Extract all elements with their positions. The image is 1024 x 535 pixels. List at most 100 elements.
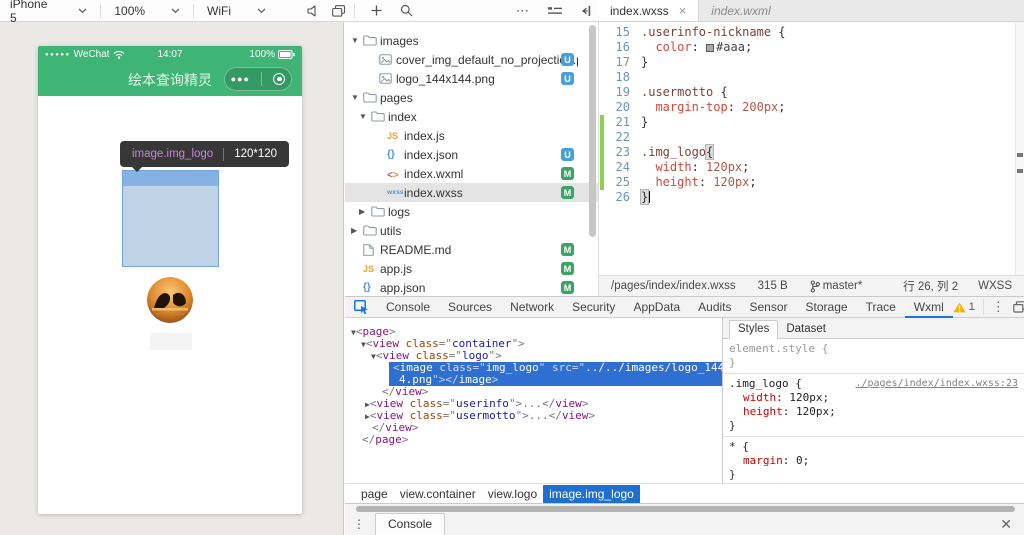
- language-mode-label[interactable]: WXSS: [978, 280, 1012, 292]
- device-selector[interactable]: iPhone 5: [0, 0, 97, 21]
- devtools-tab-security[interactable]: Security: [563, 297, 624, 318]
- tooltip-divider: [223, 148, 224, 161]
- add-icon[interactable]: [364, 0, 388, 21]
- list-icon[interactable]: [543, 0, 567, 21]
- devtools-tab-storage[interactable]: Storage: [797, 297, 857, 318]
- close-icon[interactable]: ✕: [1000, 516, 1012, 533]
- css-property[interactable]: margin: 0;: [729, 454, 1018, 468]
- breadcrumb-item-image.img_logo[interactable]: image.img_logo: [543, 485, 640, 503]
- warning-counter[interactable]: 1: [953, 301, 975, 313]
- inspect-element-icon[interactable]: [345, 300, 377, 315]
- wxml-node-line[interactable]: 4.png"></image>: [389, 374, 722, 386]
- tree-item-app.js[interactable]: JSapp.jsM: [345, 259, 598, 278]
- battery-percent-label: 100%: [249, 49, 275, 60]
- wxss-file-icon: wxss: [387, 189, 404, 196]
- file-size-label: 315 B: [758, 280, 788, 292]
- editor-tab-index.wxml[interactable]: index.wxml: [699, 0, 782, 21]
- tree-scrollbar[interactable]: [589, 25, 596, 237]
- tree-item-utils[interactable]: ▶utils: [345, 221, 598, 240]
- editor-line-22[interactable]: 22: [599, 130, 1024, 145]
- tree-item-logo_144x144.png[interactable]: logo_144x144.pngU: [345, 69, 598, 88]
- line-content: }: [641, 55, 648, 70]
- editor-tab-index.wxss[interactable]: index.wxss×: [598, 0, 699, 21]
- rule-source-link[interactable]: ./pages/index/index.wxss:23: [855, 377, 1018, 391]
- more-icon[interactable]: ⋯: [511, 0, 535, 21]
- css-rule[interactable]: * {margin: 0;}: [723, 437, 1024, 483]
- tree-item-index.wxml[interactable]: <>index.wxmlM: [345, 164, 598, 183]
- tree-item-images[interactable]: ▼images: [345, 31, 598, 50]
- editor-line-24[interactable]: 24 width: 120px;: [599, 160, 1024, 175]
- windows-icon[interactable]: [326, 0, 350, 21]
- user-avatar[interactable]: [147, 277, 193, 323]
- chevron-down-icon[interactable]: ▼: [351, 36, 363, 45]
- line-content: color: #aaa;: [641, 40, 752, 55]
- tree-item-index[interactable]: ▼ index: [345, 107, 598, 126]
- devtools-tab-console[interactable]: Console: [377, 297, 439, 318]
- editor-line-21[interactable]: 21}: [599, 115, 1024, 130]
- simulator-toolbar: iPhone 5 100% WiFi ⋯: [0, 0, 598, 22]
- editor-line-19[interactable]: 19.usermotto {: [599, 85, 1024, 100]
- kebab-menu-icon[interactable]: ⋮: [992, 299, 1005, 315]
- tree-item-label: index: [388, 110, 417, 124]
- code-editor[interactable]: 15.userinfo-nickname {16 color: #aaa;17}…: [598, 22, 1024, 275]
- devtools-tab-sources[interactable]: Sources: [439, 297, 501, 318]
- editor-line-26[interactable]: 26}: [599, 190, 1024, 205]
- tree-item-app.json[interactable]: {}app.jsonM: [345, 278, 598, 297]
- tree-item-index.json[interactable]: {}index.jsonU: [345, 145, 598, 164]
- dock-icon[interactable]: [1013, 301, 1024, 313]
- breadcrumb-item-view.logo[interactable]: view.logo: [482, 485, 543, 503]
- search-icon[interactable]: [394, 0, 418, 21]
- breadcrumb-item-page[interactable]: page: [355, 485, 394, 503]
- horizontal-scrollbar[interactable]: [356, 506, 1015, 512]
- tree-item-label: app.json: [380, 281, 425, 295]
- editor-line-16[interactable]: 16 color: #aaa;: [599, 40, 1024, 55]
- collapse-icon[interactable]: [574, 0, 598, 21]
- wxml-tree-panel[interactable]: ▼<page>▼<view class="container">▼<view c…: [345, 318, 722, 483]
- tree-item-index.wxss[interactable]: wxssindex.wxssM: [345, 183, 598, 202]
- tree-item-index.js[interactable]: JSindex.js: [345, 126, 598, 145]
- network-selector[interactable]: WiFi: [197, 0, 276, 21]
- chevron-right-icon[interactable]: ▶: [359, 207, 371, 216]
- drag-handle-icon[interactable]: ⋮: [353, 517, 365, 531]
- css-property[interactable]: width: 120px;: [729, 391, 1018, 405]
- css-rule[interactable]: element.style {}: [723, 339, 1024, 374]
- breadcrumb-item-view.container[interactable]: view.container: [394, 485, 482, 503]
- styles-tab-dataset[interactable]: Dataset: [778, 321, 834, 338]
- devtools-tab-audits[interactable]: Audits: [689, 297, 740, 318]
- devtools-tab-network[interactable]: Network: [501, 297, 563, 318]
- tree-item-cover_img_default_no_projection.png[interactable]: cover_img_default_no_projection.pngU: [345, 50, 598, 69]
- editor-line-20[interactable]: 20 margin-top: 200px;: [599, 100, 1024, 115]
- capsule-menu-icon[interactable]: ●●●: [231, 74, 250, 84]
- styles-tab-styles[interactable]: Styles: [729, 320, 778, 339]
- editor-statusbar: /pages/index/index.wxss 315 B master* 行 …: [598, 275, 1024, 296]
- editor-line-17[interactable]: 17}: [599, 55, 1024, 70]
- capsule-close-icon[interactable]: [273, 73, 285, 85]
- element-breadcrumb: pageview.containerview.logoimage.img_log…: [345, 483, 1024, 503]
- git-branch-label[interactable]: master*: [823, 280, 863, 292]
- zoom-selector[interactable]: 100%: [104, 0, 190, 21]
- wxml-node-line[interactable]: </page>: [345, 434, 722, 446]
- css-rule[interactable]: .img_logo {./pages/index/index.wxss:23wi…: [723, 374, 1024, 437]
- tree-item-pages[interactable]: ▼pages: [345, 88, 598, 107]
- highlighted-logo-image[interactable]: [122, 170, 219, 267]
- tree-item-logs[interactable]: ▶logs: [345, 202, 598, 221]
- editor-scrollbar[interactable]: [1015, 22, 1024, 275]
- capsule-button[interactable]: ●●●: [224, 67, 292, 91]
- devtools-tab-wxml[interactable]: Wxml: [905, 297, 953, 318]
- editor-line-15[interactable]: 15.userinfo-nickname {: [599, 25, 1024, 40]
- bottom-console-bar: ⋮ Console ✕: [345, 503, 1024, 535]
- console-drawer-tab[interactable]: Console: [375, 513, 445, 535]
- mute-icon[interactable]: [302, 0, 326, 21]
- editor-line-18[interactable]: 18: [599, 70, 1024, 85]
- editor-line-25[interactable]: 25 height: 120px;: [599, 175, 1024, 190]
- close-icon[interactable]: ×: [679, 4, 687, 17]
- chevron-right-icon[interactable]: ▶: [351, 226, 363, 235]
- css-property[interactable]: height: 120px;: [729, 405, 1018, 419]
- chevron-down-icon[interactable]: ▼: [351, 93, 363, 102]
- editor-line-23[interactable]: 23.img_logo{: [599, 145, 1024, 160]
- chevron-down-icon[interactable]: ▼: [359, 112, 371, 121]
- tree-item-README.md[interactable]: README.mdM: [345, 240, 598, 259]
- devtools-tab-trace[interactable]: Trace: [857, 297, 905, 318]
- devtools-tab-appdata[interactable]: AppData: [624, 297, 689, 318]
- devtools-tab-sensor[interactable]: Sensor: [741, 297, 797, 318]
